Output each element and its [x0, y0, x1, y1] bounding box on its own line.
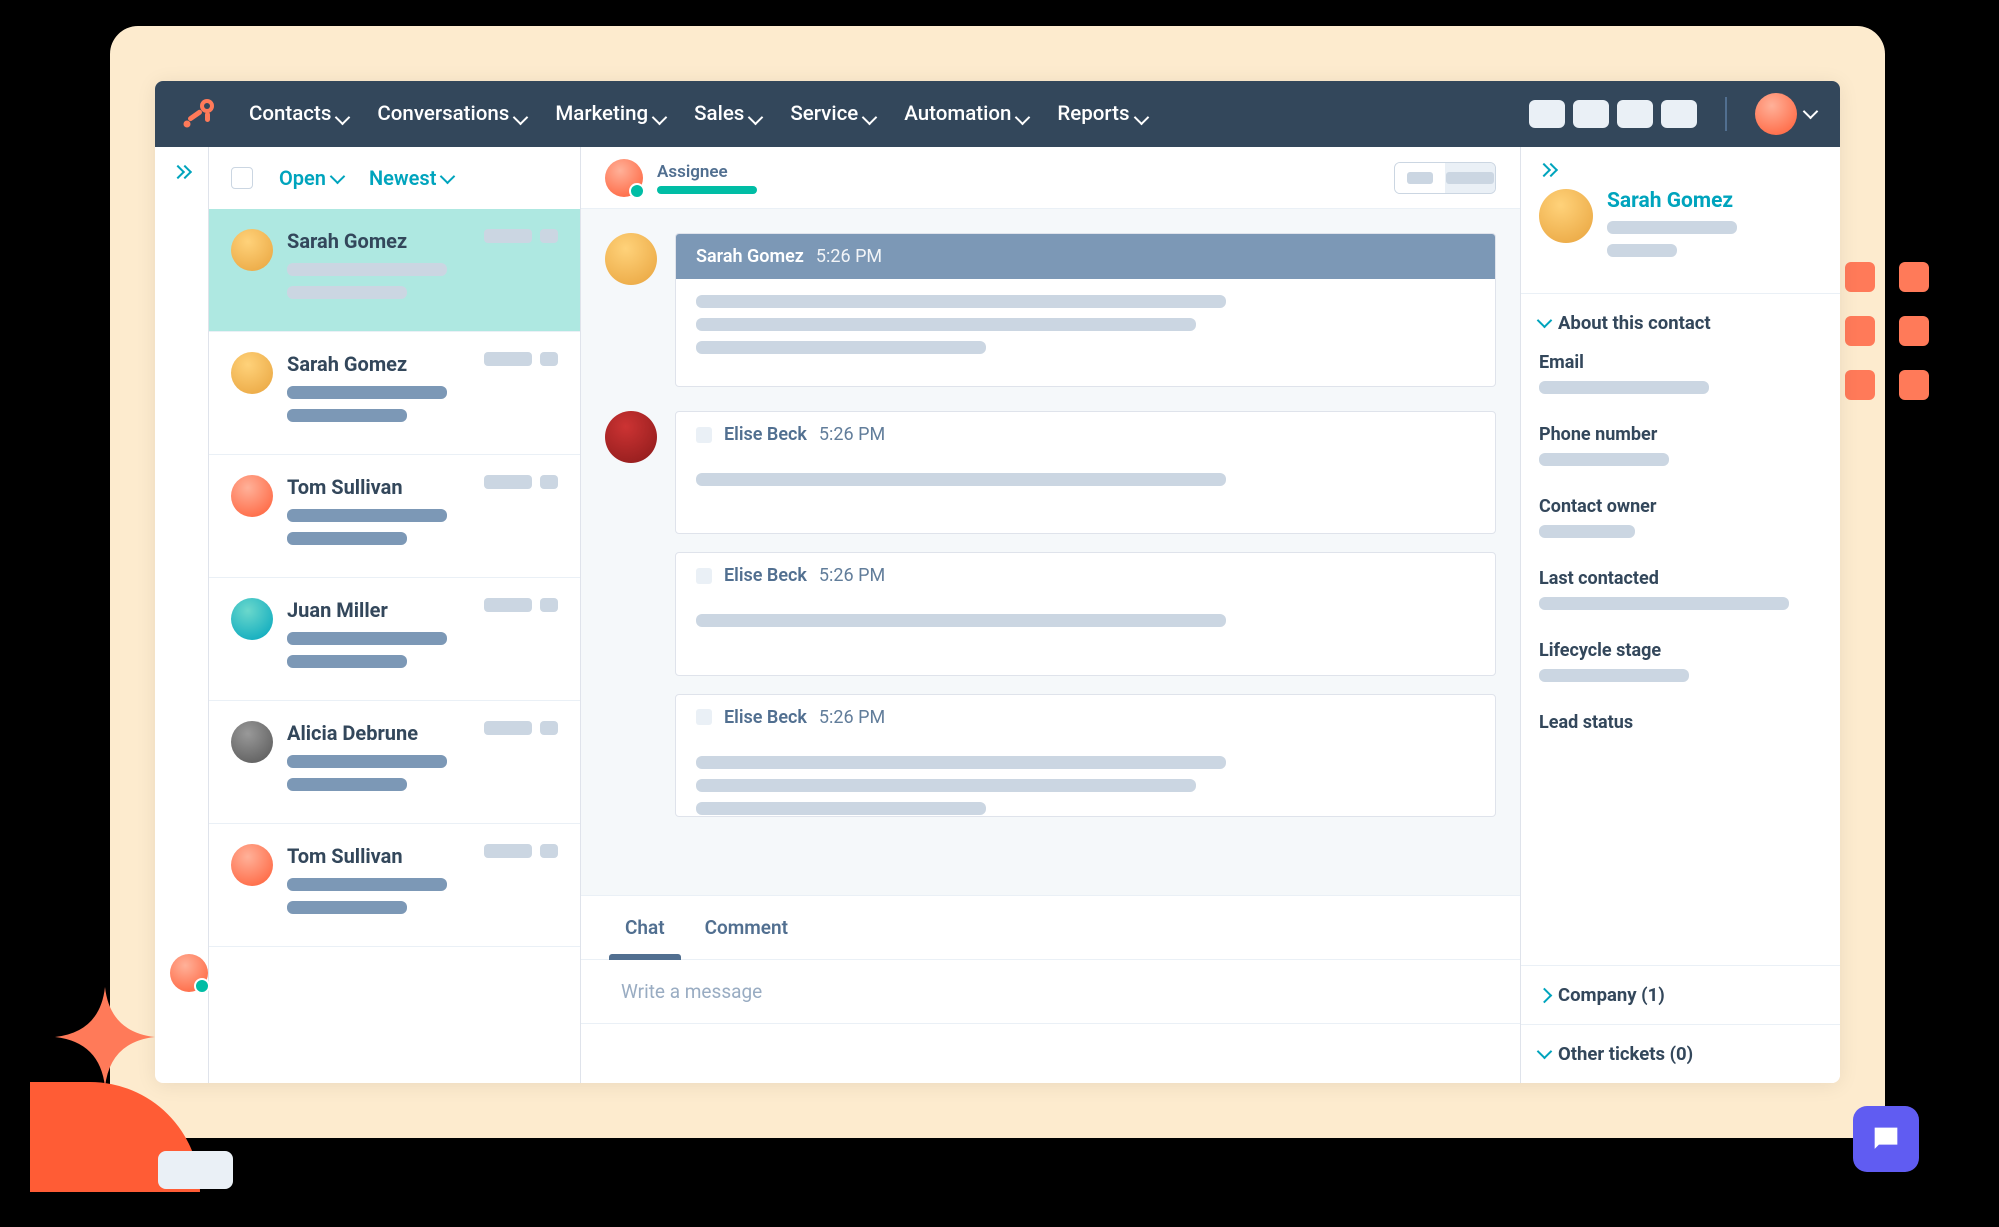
- app-window: Contacts Conversations Marketing Sales S…: [155, 81, 1840, 1083]
- tickets-section-label: Other tickets (0): [1558, 1043, 1693, 1065]
- thread-header: Assignee: [581, 147, 1520, 209]
- conversation-avatar: [231, 844, 273, 886]
- sort-filter[interactable]: Newest: [369, 166, 453, 190]
- chevron-down-icon: [1539, 312, 1550, 334]
- view-toggle[interactable]: [1394, 162, 1496, 194]
- contact-field-label: Lifecycle stage: [1539, 640, 1822, 661]
- contact-field-value: [1539, 669, 1689, 682]
- message-author-avatar: [605, 411, 657, 463]
- about-section-toggle[interactable]: About this contact: [1539, 312, 1822, 334]
- composer-tab-chat[interactable]: Chat: [621, 896, 669, 959]
- status-filter[interactable]: Open: [279, 166, 343, 190]
- chevron-down-icon: [1539, 1043, 1550, 1065]
- contact-field-label: Contact owner: [1539, 496, 1822, 517]
- chevron-right-icon: [1539, 984, 1550, 1006]
- nav-utility-4[interactable]: [1661, 100, 1697, 128]
- chevron-down-icon: [515, 108, 527, 120]
- message-composer: Chat Comment Write a message: [581, 895, 1520, 1083]
- conversation-item[interactable]: Juan Miller: [209, 578, 580, 701]
- nav-utility-icons: [1529, 100, 1697, 128]
- chevron-down-icon: [750, 108, 762, 120]
- collapse-contact-panel-icon[interactable]: [1521, 147, 1840, 179]
- assignee-label: Assignee: [657, 162, 757, 182]
- nav-contacts[interactable]: Contacts: [239, 96, 359, 132]
- contact-field-label: Phone number: [1539, 424, 1822, 445]
- chevron-down-icon: [1017, 108, 1029, 120]
- conversation-item[interactable]: Tom Sullivan: [209, 455, 580, 578]
- message-bubble[interactable]: Sarah Gomez5:26 PM: [675, 233, 1496, 387]
- about-section-label: About this contact: [1558, 312, 1711, 334]
- message-bubble[interactable]: Elise Beck5:26 PM: [675, 552, 1496, 675]
- contact-field-value: [1539, 525, 1635, 538]
- decorative-bar: [158, 1151, 233, 1189]
- conversation-avatar: [231, 352, 273, 394]
- assignee-name-placeholder: [657, 186, 757, 194]
- contact-avatar[interactable]: [1539, 189, 1593, 243]
- conversation-item[interactable]: Alicia Debrune: [209, 701, 580, 824]
- assignee-avatar[interactable]: [605, 159, 643, 197]
- select-all-checkbox[interactable]: [231, 167, 253, 189]
- company-section-toggle[interactable]: Company (1): [1539, 984, 1822, 1006]
- decorative-avatar: [170, 954, 208, 992]
- conversation-avatar: [231, 229, 273, 271]
- chevron-down-icon: [332, 166, 343, 190]
- company-section-label: Company (1): [1558, 984, 1665, 1006]
- message-row: Elise Beck5:26 PM Elise Beck5:26 PM Elise …: [605, 411, 1496, 817]
- nav-service[interactable]: Service: [780, 96, 886, 132]
- expand-sidebar-icon[interactable]: [173, 163, 191, 181]
- composer-tab-comment[interactable]: Comment: [701, 896, 792, 959]
- conversation-avatar: [231, 598, 273, 640]
- inbox-rail: [155, 147, 209, 1083]
- conversation-item[interactable]: Tom Sullivan: [209, 824, 580, 947]
- nav-utility-1[interactable]: [1529, 100, 1565, 128]
- contact-panel: Sarah Gomez About this contact Email Phon…: [1520, 147, 1840, 1083]
- nav-utility-3[interactable]: [1617, 100, 1653, 128]
- nav-conversations[interactable]: Conversations: [367, 96, 537, 132]
- conversation-item[interactable]: Sarah Gomez: [209, 332, 580, 455]
- chevron-down-icon: [864, 108, 876, 120]
- account-menu[interactable]: [1755, 93, 1816, 135]
- conversation-item[interactable]: Sarah Gomez: [209, 209, 580, 332]
- tickets-section-toggle[interactable]: Other tickets (0): [1539, 1043, 1822, 1065]
- chevron-down-icon: [1805, 105, 1816, 124]
- nav-marketing[interactable]: Marketing: [545, 96, 676, 132]
- user-avatar: [1755, 93, 1797, 135]
- chevron-down-icon: [1136, 108, 1148, 120]
- divider: [1725, 97, 1727, 131]
- hubspot-logo-icon[interactable]: [179, 94, 219, 134]
- contact-field-value: [1539, 453, 1669, 466]
- decorative-card-background: Contacts Conversations Marketing Sales S…: [110, 26, 1885, 1138]
- contact-field-label: Email: [1539, 352, 1822, 373]
- chevron-down-icon: [654, 108, 666, 120]
- view-toggle-off[interactable]: [1445, 163, 1495, 193]
- top-navbar: Contacts Conversations Marketing Sales S…: [155, 81, 1840, 147]
- nav-automation[interactable]: Automation: [894, 96, 1039, 132]
- nav-sales[interactable]: Sales: [684, 96, 772, 132]
- list-filters: Open Newest: [209, 147, 580, 209]
- contact-field-label: Last contacted: [1539, 568, 1822, 589]
- message-bubble[interactable]: Elise Beck5:26 PM: [675, 411, 1496, 534]
- composer-toolbar: [581, 1023, 1520, 1083]
- chevron-down-icon: [337, 108, 349, 120]
- conversation-avatar: [231, 475, 273, 517]
- composer-input[interactable]: Write a message: [581, 960, 1520, 1023]
- decorative-sparkle-icon: [55, 987, 155, 1087]
- message-bubble[interactable]: Elise Beck5:26 PM: [675, 694, 1496, 817]
- contact-field-value: [1539, 597, 1789, 610]
- contact-name-link[interactable]: Sarah Gomez: [1607, 189, 1822, 213]
- view-toggle-on[interactable]: [1395, 163, 1445, 193]
- contact-field-label: Lead status: [1539, 712, 1822, 733]
- conversation-avatar: [231, 721, 273, 763]
- chat-widget-button[interactable]: [1853, 1106, 1919, 1172]
- message-row: Sarah Gomez5:26 PM: [605, 233, 1496, 387]
- message-author-avatar: [605, 233, 657, 285]
- chevron-down-icon: [442, 166, 453, 190]
- nav-reports[interactable]: Reports: [1047, 96, 1157, 132]
- thread-panel: Assignee Sarah Gomez5:26 PM Elise Beck5:2…: [581, 147, 1520, 1083]
- conversation-list-panel: Open Newest Sarah Gomez Sarah Gomez To: [209, 147, 581, 1083]
- nav-utility-2[interactable]: [1573, 100, 1609, 128]
- nav-menu: Contacts Conversations Marketing Sales S…: [239, 96, 1158, 132]
- contact-field-value: [1539, 381, 1709, 394]
